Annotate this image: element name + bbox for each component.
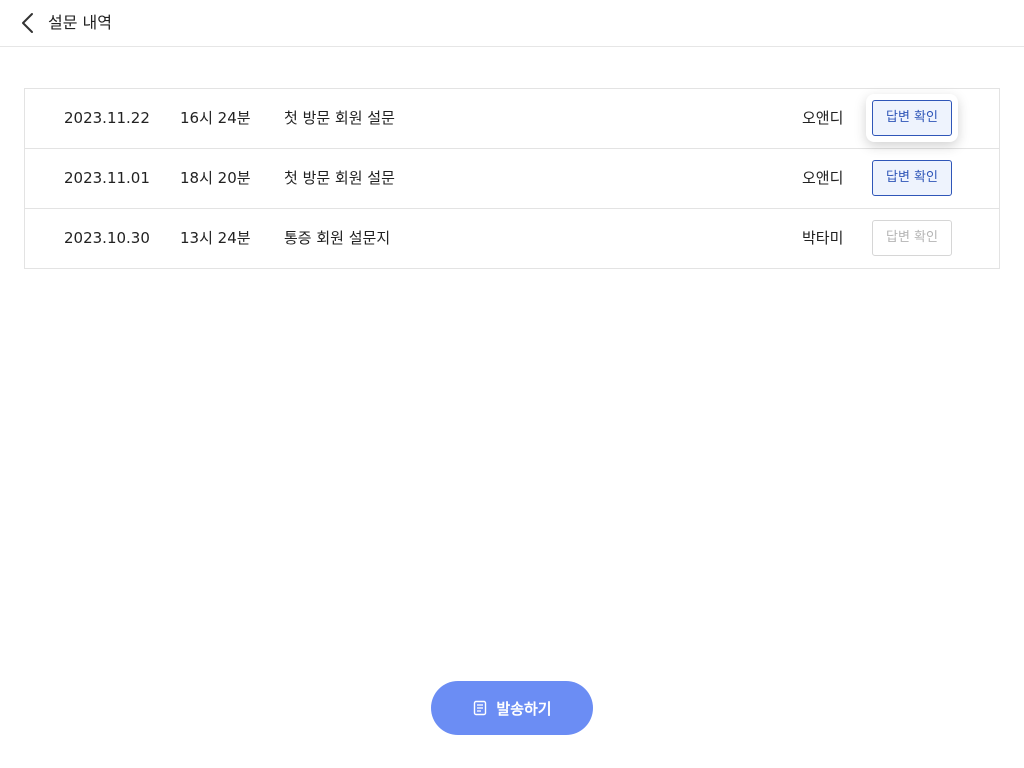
view-answer-button-disabled: 답변 확인 — [872, 220, 952, 256]
view-answer-button[interactable]: 답변 확인 — [872, 160, 952, 196]
survey-author: 오앤디 — [802, 169, 844, 187]
survey-time: 13시 24분 — [180, 229, 251, 247]
survey-date: 2023.11.22 — [64, 109, 150, 127]
survey-title: 첫 방문 회원 설문 — [284, 169, 395, 187]
send-button-content: 발송하기 — [431, 681, 593, 735]
back-button[interactable] — [14, 9, 42, 37]
send-button[interactable]: 발송하기 — [431, 681, 593, 735]
survey-time: 18시 20분 — [180, 169, 251, 187]
survey-date: 2023.10.30 — [64, 229, 150, 247]
document-icon — [474, 700, 487, 716]
table-row: 2023.11.01 18시 20분 첫 방문 회원 설문 오앤디 답변 확인 — [25, 149, 999, 209]
survey-time: 16시 24분 — [180, 109, 251, 127]
survey-list: 2023.11.22 16시 24분 첫 방문 회원 설문 오앤디 답변 확인 … — [24, 88, 1000, 269]
top-bar: 설문 내역 — [0, 0, 1024, 47]
survey-author: 오앤디 — [802, 109, 844, 127]
page-title: 설문 내역 — [48, 13, 112, 32]
chevron-left-icon — [22, 13, 33, 33]
send-button-label: 발송하기 — [496, 699, 552, 718]
view-answer-button[interactable]: 답변 확인 — [872, 100, 952, 136]
survey-date: 2023.11.01 — [64, 169, 150, 187]
survey-title: 통증 회원 설문지 — [284, 229, 391, 247]
survey-title: 첫 방문 회원 설문 — [284, 109, 395, 127]
table-row: 2023.11.22 16시 24분 첫 방문 회원 설문 오앤디 답변 확인 — [25, 89, 999, 149]
survey-author: 박타미 — [802, 229, 844, 247]
table-row: 2023.10.30 13시 24분 통증 회원 설문지 박타미 답변 확인 — [25, 209, 999, 268]
